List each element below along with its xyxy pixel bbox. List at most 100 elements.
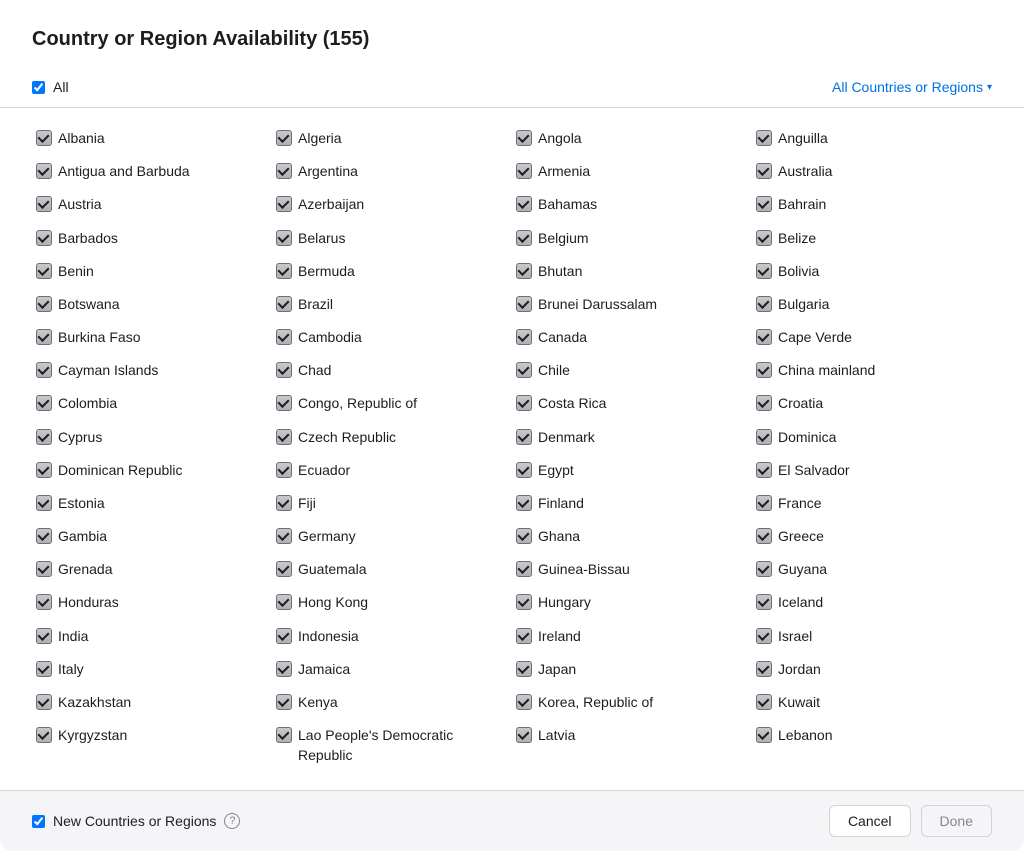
country-item: Burkina Faso	[32, 323, 272, 356]
country-checkbox[interactable]	[516, 296, 532, 312]
country-item: Greece	[752, 522, 992, 555]
country-checkbox[interactable]	[36, 196, 52, 212]
country-checkbox[interactable]	[276, 362, 292, 378]
country-checkbox[interactable]	[276, 196, 292, 212]
filter-dropdown[interactable]: All Countries or Regions ▾	[832, 79, 992, 95]
country-checkbox[interactable]	[36, 462, 52, 478]
country-checkbox[interactable]	[516, 130, 532, 146]
country-name: India	[58, 627, 88, 647]
country-checkbox[interactable]	[516, 362, 532, 378]
country-checkbox[interactable]	[516, 561, 532, 577]
new-countries-checkbox[interactable]	[32, 815, 45, 828]
done-button[interactable]: Done	[921, 805, 992, 837]
country-checkbox[interactable]	[36, 661, 52, 677]
country-checkbox[interactable]	[36, 329, 52, 345]
country-checkbox[interactable]	[516, 661, 532, 677]
country-checkbox[interactable]	[516, 694, 532, 710]
country-item: Guatemala	[272, 555, 512, 588]
country-checkbox[interactable]	[756, 495, 772, 511]
country-checkbox[interactable]	[516, 528, 532, 544]
country-checkbox[interactable]	[516, 495, 532, 511]
country-checkbox[interactable]	[36, 694, 52, 710]
country-name: Germany	[298, 527, 356, 547]
country-checkbox[interactable]	[516, 329, 532, 345]
country-checkbox[interactable]	[276, 130, 292, 146]
country-checkbox[interactable]	[756, 362, 772, 378]
country-checkbox[interactable]	[276, 230, 292, 246]
country-checkbox[interactable]	[756, 661, 772, 677]
country-checkbox[interactable]	[36, 230, 52, 246]
country-checkbox[interactable]	[276, 661, 292, 677]
country-checkbox[interactable]	[756, 230, 772, 246]
country-checkbox[interactable]	[276, 561, 292, 577]
help-icon[interactable]: ?	[224, 813, 240, 829]
country-checkbox[interactable]	[36, 495, 52, 511]
country-checkbox[interactable]	[516, 163, 532, 179]
country-name: Ecuador	[298, 461, 350, 481]
country-checkbox[interactable]	[36, 727, 52, 743]
country-item: Angola	[512, 124, 752, 157]
country-checkbox[interactable]	[516, 462, 532, 478]
country-checkbox[interactable]	[516, 196, 532, 212]
country-checkbox[interactable]	[36, 362, 52, 378]
country-checkbox[interactable]	[276, 263, 292, 279]
country-checkbox[interactable]	[36, 429, 52, 445]
country-checkbox[interactable]	[36, 628, 52, 644]
country-checkbox[interactable]	[756, 429, 772, 445]
country-checkbox[interactable]	[276, 296, 292, 312]
country-checkbox[interactable]	[756, 727, 772, 743]
country-checkbox[interactable]	[756, 561, 772, 577]
country-item: Lebanon	[752, 721, 992, 774]
country-checkbox[interactable]	[36, 263, 52, 279]
country-checkbox[interactable]	[516, 395, 532, 411]
country-name: Bolivia	[778, 262, 819, 282]
country-checkbox[interactable]	[276, 694, 292, 710]
country-checkbox[interactable]	[276, 727, 292, 743]
country-checkbox[interactable]	[756, 694, 772, 710]
country-item: Fiji	[272, 489, 512, 522]
country-checkbox[interactable]	[756, 462, 772, 478]
country-checkbox[interactable]	[756, 163, 772, 179]
country-checkbox[interactable]	[276, 594, 292, 610]
country-checkbox[interactable]	[276, 395, 292, 411]
country-checkbox[interactable]	[276, 163, 292, 179]
country-checkbox[interactable]	[276, 429, 292, 445]
country-checkbox[interactable]	[276, 528, 292, 544]
country-checkbox[interactable]	[36, 163, 52, 179]
country-checkbox[interactable]	[756, 594, 772, 610]
country-item: Ecuador	[272, 456, 512, 489]
all-checkbox[interactable]	[32, 81, 45, 94]
country-checkbox[interactable]	[36, 594, 52, 610]
country-checkbox[interactable]	[516, 628, 532, 644]
country-checkbox[interactable]	[756, 628, 772, 644]
country-name: China mainland	[778, 361, 875, 381]
country-checkbox[interactable]	[36, 395, 52, 411]
country-checkbox[interactable]	[756, 130, 772, 146]
country-checkbox[interactable]	[756, 329, 772, 345]
country-checkbox[interactable]	[756, 296, 772, 312]
country-checkbox[interactable]	[756, 263, 772, 279]
cancel-button[interactable]: Cancel	[829, 805, 911, 837]
country-checkbox[interactable]	[36, 561, 52, 577]
country-checkbox[interactable]	[276, 628, 292, 644]
footer-buttons: Cancel Done	[829, 805, 992, 837]
country-checkbox[interactable]	[36, 130, 52, 146]
country-checkbox[interactable]	[756, 528, 772, 544]
country-checkbox[interactable]	[756, 395, 772, 411]
country-name: Brazil	[298, 295, 333, 315]
country-checkbox[interactable]	[516, 429, 532, 445]
country-item: Antigua and Barbuda	[32, 157, 272, 190]
country-checkbox[interactable]	[516, 594, 532, 610]
country-checkbox[interactable]	[516, 263, 532, 279]
country-checkbox[interactable]	[276, 462, 292, 478]
country-checkbox[interactable]	[276, 495, 292, 511]
country-checkbox[interactable]	[516, 230, 532, 246]
country-name: Egypt	[538, 461, 574, 481]
country-checkbox[interactable]	[276, 329, 292, 345]
country-name: Bulgaria	[778, 295, 829, 315]
country-checkbox[interactable]	[756, 196, 772, 212]
country-checkbox[interactable]	[516, 727, 532, 743]
country-item: Austria	[32, 190, 272, 223]
country-checkbox[interactable]	[36, 296, 52, 312]
country-checkbox[interactable]	[36, 528, 52, 544]
